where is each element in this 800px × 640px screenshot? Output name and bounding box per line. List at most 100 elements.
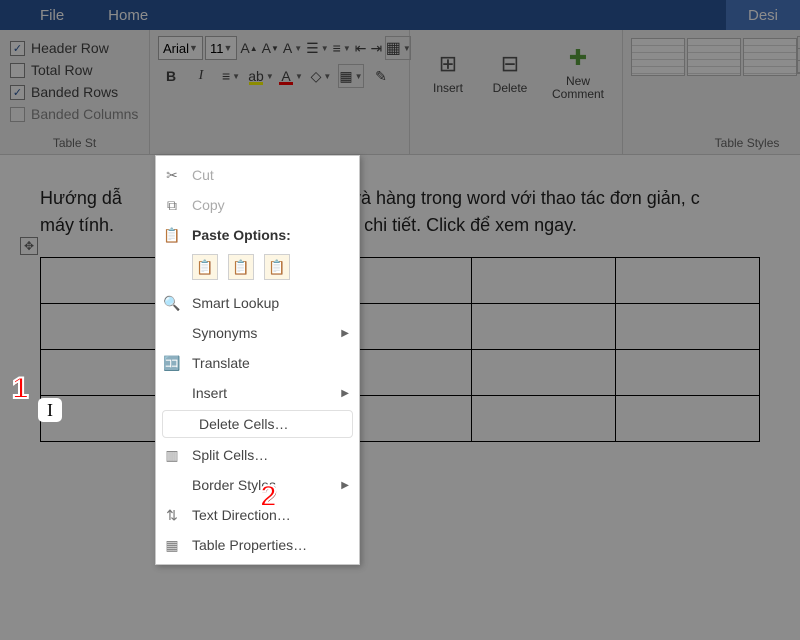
comment-plus-icon: ✚ xyxy=(569,45,587,71)
tab-design[interactable]: Desi xyxy=(726,0,800,30)
menu-cut[interactable]: ✂ Cut xyxy=(156,160,359,190)
menu-label: Copy xyxy=(192,197,225,213)
shrink-font-button[interactable]: A▼ xyxy=(261,36,280,60)
styles-button[interactable]: A▼ xyxy=(282,36,303,60)
button-label: Delete xyxy=(493,81,528,95)
checkbox-checked-icon: ✓ xyxy=(10,85,25,100)
menu-split-cells[interactable]: ▥ Split Cells… xyxy=(156,440,359,470)
group-label: Table Styles xyxy=(631,136,800,152)
formatting-group: Arial ▼ 11 ▼ A▲ A▼ A▼ ☰▼ ≡▼ ⇤ ⇥ ▦▼ B I ≡… xyxy=(150,30,410,154)
context-menu: ✂ Cut ⧉ Copy 📋 Paste Options: 📋 📋 📋 🔍 Sm… xyxy=(155,155,360,565)
callout-number-2: 2 xyxy=(260,480,277,514)
font-size-combo[interactable]: 11 ▼ xyxy=(205,36,237,60)
menu-label: Delete Cells… xyxy=(199,416,288,432)
menu-label: Synonyms xyxy=(192,325,257,341)
option-label: Banded Rows xyxy=(31,84,118,100)
insert-row-icon: ⊞ xyxy=(439,51,457,77)
tab-home[interactable]: Home xyxy=(86,0,170,30)
text-direction-icon: ⇅ xyxy=(162,507,182,524)
document-table[interactable] xyxy=(40,257,760,442)
button-label: New Comment xyxy=(543,75,613,101)
table-move-handle-icon[interactable]: ✥ xyxy=(20,237,38,255)
submenu-arrow-icon: ▶ xyxy=(341,480,349,491)
document-area: Hướng dẫ t và hàng trong word với thao t… xyxy=(0,155,800,442)
bold-button[interactable]: B xyxy=(158,64,184,88)
menu-paste-options-header: 📋 Paste Options: xyxy=(156,220,359,250)
shading-fill-button[interactable]: ◇▼ xyxy=(308,64,334,88)
menu-delete-cells[interactable]: Delete Cells… xyxy=(162,410,353,438)
option-label: Total Row xyxy=(31,62,92,78)
ribbon-tabs: File Home Desi xyxy=(0,0,800,30)
menu-text-direction[interactable]: ⇅ Text Direction… xyxy=(156,500,359,530)
table-row xyxy=(41,304,760,350)
paste-text-only-button[interactable]: 📋 xyxy=(264,254,290,280)
paste-options-row: 📋 📋 📋 xyxy=(156,250,359,288)
table-style-gallery[interactable] xyxy=(631,38,797,76)
font-family-value: Arial xyxy=(163,41,189,56)
borders-button[interactable]: ▦▼ xyxy=(338,64,364,88)
checkbox-checked-icon: ✓ xyxy=(10,41,25,56)
chevron-down-icon: ▼ xyxy=(189,43,198,53)
submenu-arrow-icon: ▶ xyxy=(341,388,349,399)
numbering-button[interactable]: ≡▼ xyxy=(332,36,352,60)
paste-keep-formatting-button[interactable]: 📋 xyxy=(192,254,218,280)
option-banded-columns[interactable]: Banded Columns xyxy=(10,106,139,122)
actions-group: ⊞ Insert ⊟ Delete ✚ New Comment xyxy=(410,30,623,154)
menu-label: Table Properties… xyxy=(192,537,307,553)
menu-copy[interactable]: ⧉ Copy xyxy=(156,190,359,220)
font-size-value: 11 xyxy=(210,41,224,56)
button-label: Insert xyxy=(433,81,463,95)
option-banded-rows[interactable]: ✓ Banded Rows xyxy=(10,84,139,100)
menu-translate[interactable]: 🈁 Translate xyxy=(156,348,359,378)
table-style-thumb[interactable] xyxy=(743,38,797,76)
bullets-button[interactable]: ☰▼ xyxy=(305,36,329,60)
menu-label: Translate xyxy=(192,355,250,371)
ribbon: ✓ Header Row Total Row ✓ Banded Rows Ban… xyxy=(0,30,800,155)
delete-row-icon: ⊟ xyxy=(501,51,519,77)
outdent-button[interactable]: ⇤ xyxy=(354,36,368,60)
translate-icon: 🈁 xyxy=(162,355,182,372)
menu-table-properties[interactable]: ▦ Table Properties… xyxy=(156,530,359,560)
table-style-thumb[interactable] xyxy=(631,38,685,76)
menu-smart-lookup[interactable]: 🔍 Smart Lookup xyxy=(156,288,359,318)
menu-label: Paste Options: xyxy=(192,227,291,243)
insert-button[interactable]: ⊞ Insert xyxy=(418,38,478,108)
clipboard-icon: 📋 xyxy=(162,227,182,244)
group-label: Table St xyxy=(8,136,141,152)
indent-button[interactable]: ⇥ xyxy=(369,36,383,60)
table-style-thumb[interactable] xyxy=(687,38,741,76)
submenu-arrow-icon: ▶ xyxy=(341,328,349,339)
highlight-color-button[interactable]: ab▼ xyxy=(248,64,274,88)
option-header-row[interactable]: ✓ Header Row xyxy=(10,40,139,56)
delete-button[interactable]: ⊟ Delete xyxy=(480,38,540,108)
align-button[interactable]: ≡▼ xyxy=(218,64,244,88)
option-total-row[interactable]: Total Row xyxy=(10,62,139,78)
menu-label: Insert xyxy=(192,385,227,401)
new-comment-button[interactable]: ✚ New Comment xyxy=(542,38,614,108)
grow-font-button[interactable]: A▲ xyxy=(239,36,258,60)
menu-insert[interactable]: Insert ▶ xyxy=(156,378,359,408)
format-painter-button[interactable]: ✎ xyxy=(368,64,394,88)
checkbox-unchecked-icon xyxy=(10,107,25,122)
option-label: Banded Columns xyxy=(31,106,138,122)
menu-label: Smart Lookup xyxy=(192,295,279,311)
menu-synonyms[interactable]: Synonyms ▶ xyxy=(156,318,359,348)
text-cursor-highlight: I xyxy=(38,398,62,422)
menu-label: Split Cells… xyxy=(192,447,268,463)
search-icon: 🔍 xyxy=(162,295,182,312)
menu-label: Cut xyxy=(192,167,214,183)
table-icon-button[interactable]: ▦▼ xyxy=(385,36,411,60)
table-properties-icon: ▦ xyxy=(162,537,182,554)
italic-button[interactable]: I xyxy=(188,64,214,88)
option-label: Header Row xyxy=(31,40,109,56)
chevron-down-icon: ▼ xyxy=(223,43,232,53)
callout-number-1: 1 xyxy=(12,372,29,406)
table-row xyxy=(41,258,760,304)
checkbox-unchecked-icon xyxy=(10,63,25,78)
tab-file[interactable]: File xyxy=(18,0,86,30)
menu-border-styles[interactable]: Border Styles ▶ xyxy=(156,470,359,500)
font-family-combo[interactable]: Arial ▼ xyxy=(158,36,203,60)
paste-merge-formatting-button[interactable]: 📋 xyxy=(228,254,254,280)
table-style-options-group: ✓ Header Row Total Row ✓ Banded Rows Ban… xyxy=(0,30,150,154)
font-color-button[interactable]: A▼ xyxy=(278,64,304,88)
